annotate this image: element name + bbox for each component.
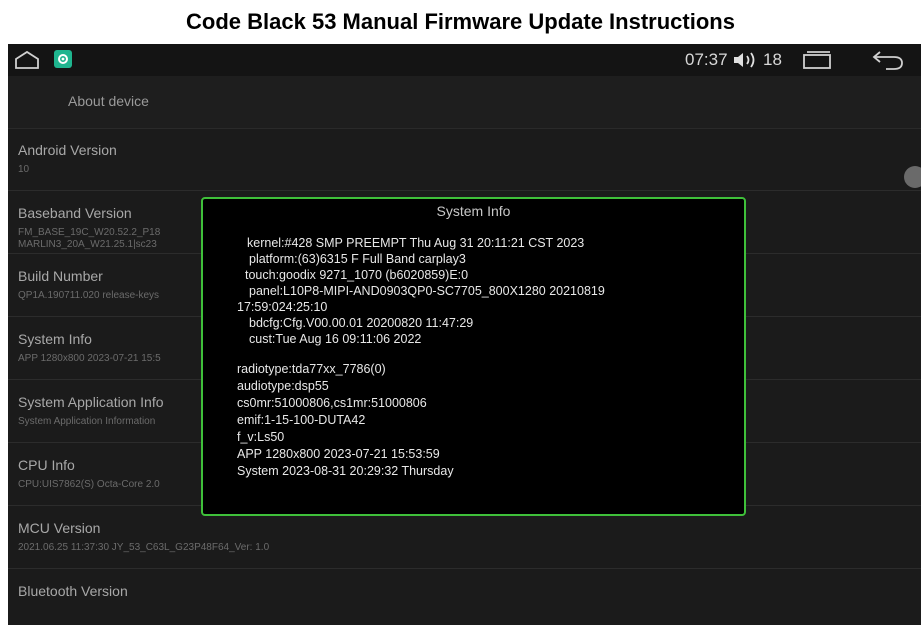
volume-level: 18 — [763, 50, 782, 69]
status-time: 07:37 — [685, 50, 728, 69]
item-subtitle: FM_BASE_19C_W20.52.2_P18 — [18, 227, 161, 238]
item-title: Baseband Version — [18, 205, 132, 221]
info-line-emif: emif:1-15-100-DUTA42 — [237, 413, 366, 427]
item-subtitle: CPU:UIS7862(S) Octa-Core 2.0 — [18, 479, 160, 490]
dialog-title: System Info — [436, 203, 511, 219]
info-line-cust: cust:Tue Aug 16 09:11:06 2022 — [249, 332, 422, 346]
info-line-fv: f_v:Ls50 — [237, 430, 285, 444]
page-title: About device — [68, 93, 149, 109]
volume-icon[interactable] — [732, 51, 760, 69]
item-subtitle-2: MARLIN3_20A_W21.25.1|sc23 — [18, 239, 157, 250]
info-line-system: System 2023-08-31 20:29:32 Thursday — [237, 464, 454, 478]
item-title: System Info — [18, 331, 92, 347]
system-info-dialog[interactable]: System Info kernel:#428 SMP PREEMPT Thu … — [201, 197, 746, 516]
item-subtitle: APP 1280x800 2023-07-21 15:5 — [18, 353, 161, 364]
item-subtitle: 10 — [18, 164, 30, 175]
info-line-csmr: cs0mr:51000806,cs1mr:51000806 — [237, 396, 427, 410]
item-subtitle: System Application Information — [18, 416, 156, 427]
item-title: CPU Info — [18, 457, 75, 473]
home-icon[interactable] — [14, 50, 40, 70]
info-line-platform: platform:(63)6315 F Full Band carplay3 — [249, 252, 466, 266]
item-title: Build Number — [18, 268, 103, 284]
list-item-bluetooth-version[interactable]: Bluetooth Version — [8, 569, 921, 625]
info-line-audiotype: audiotype:dsp55 — [237, 379, 329, 393]
item-title: Bluetooth Version — [18, 583, 128, 599]
info-line-panel: panel:L10P8-MIPI-AND0903QP0-SC7705_800X1… — [249, 284, 605, 298]
settings-app-icon[interactable] — [54, 50, 72, 68]
info-line-app: APP 1280x800 2023-07-21 15:53:59 — [237, 447, 440, 461]
device-screen: 07:37 18 About device Android Version 10… — [8, 44, 921, 625]
list-item-android-version[interactable]: Android Version 10 — [8, 128, 921, 191]
info-line-bdcfg: bdcfg:Cfg.V00.00.01 20200820 11:47:29 — [249, 316, 474, 330]
item-title: System Application Info — [18, 394, 164, 410]
document-title: Code Black 53 Manual Firmware Update Ins… — [186, 9, 735, 34]
scrollbar-thumb[interactable] — [904, 166, 921, 188]
status-bar: 07:37 18 — [8, 44, 921, 76]
info-line-panel-time: 17:59:024:25:10 — [237, 300, 328, 314]
info-line-touch: touch:goodix 9271_1070 (b6020859)E:0 — [245, 268, 469, 282]
info-line-kernel: kernel:#428 SMP PREEMPT Thu Aug 31 20:11… — [247, 236, 585, 250]
info-line-radiotype: radiotype:tda77xx_7786(0) — [237, 362, 386, 376]
recent-apps-icon[interactable] — [802, 50, 832, 70]
back-icon[interactable] — [870, 49, 906, 71]
item-subtitle: 2021.06.25 11:37:30 JY_53_C63L_G23P48F64… — [18, 542, 270, 553]
app-bar: About device — [8, 76, 921, 129]
item-title: Android Version — [18, 142, 117, 158]
item-title: MCU Version — [18, 520, 101, 536]
item-subtitle: QP1A.190711.020 release-keys — [18, 290, 160, 301]
